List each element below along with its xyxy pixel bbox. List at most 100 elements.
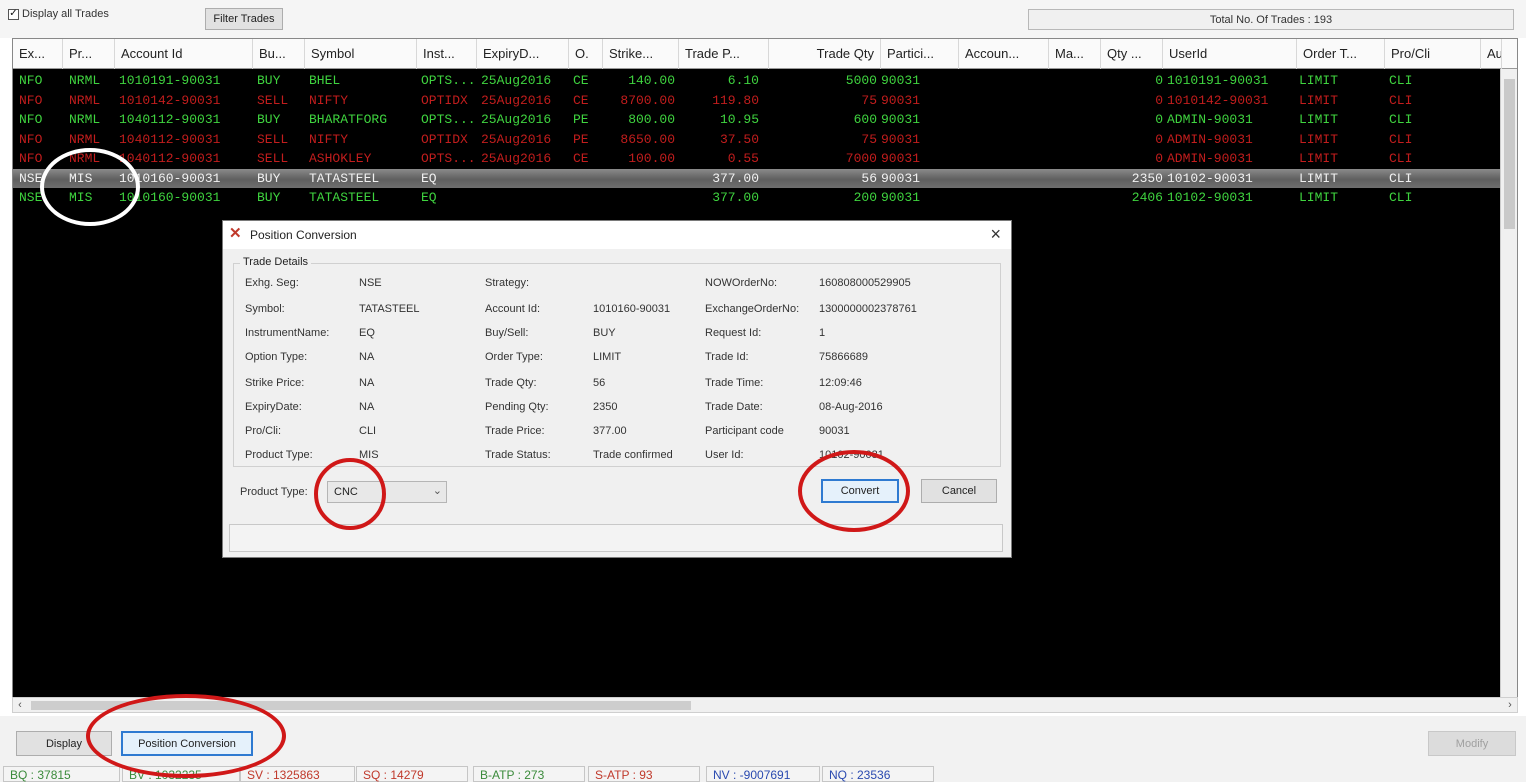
exchange-cell: NFO: [19, 73, 43, 88]
market-cell: [1049, 188, 1099, 208]
account-cell: [959, 110, 1047, 130]
field-label: Pro/Cli:: [245, 425, 282, 437]
user-id-cell: 10102-90031: [1167, 170, 1253, 186]
table-row[interactable]: NSE MIS 1010160-90031 BUY TATASTEEL EQ 377.00 5…: [13, 168, 1503, 189]
close-icon[interactable]: ×: [990, 224, 1001, 244]
account-cell: [959, 71, 1047, 91]
table-row[interactable]: NSE MIS 1010160-90031 BUY TATASTEEL EQ 377.00 2…: [13, 188, 1503, 208]
pro-cli-cell: CLI: [1389, 190, 1413, 205]
user-id-cell: ADMIN-90031: [1167, 112, 1253, 127]
column-header[interactable]: Strike...: [603, 39, 679, 69]
table-row[interactable]: NFO NRML 1040112-90031 SELL NIFTY OPTIDX 25Aug…: [13, 130, 1503, 150]
column-header[interactable]: Trade Qty: [769, 39, 881, 69]
table-row[interactable]: NFO NRML 1010142-90031 SELL NIFTY OPTIDX 25Aug…: [13, 91, 1503, 111]
scroll-left-icon[interactable]: ‹: [13, 698, 27, 712]
symbol-cell: NIFTY: [309, 92, 349, 108]
column-header[interactable]: ExpiryD...: [477, 39, 569, 69]
order-type-cell: LIMIT: [1299, 170, 1339, 186]
trade-price-cell: 377.00: [712, 170, 759, 186]
product-cell: MIS: [69, 190, 93, 205]
position-conversion-button[interactable]: Position Conversion: [121, 731, 253, 756]
product-cell: NRML: [69, 131, 101, 147]
buy-sell-cell: SELL: [257, 131, 289, 147]
column-header[interactable]: Pro/Cli: [1385, 39, 1481, 69]
strike-cell: 140.00: [628, 73, 675, 88]
display-all-trades-label: Display all Trades: [22, 8, 109, 20]
column-header[interactable]: Order T...: [1297, 39, 1385, 69]
instrument-cell: EQ: [421, 170, 437, 186]
pending-qty-cell: 0: [1155, 92, 1163, 108]
expiry-cell: 25Aug2016: [481, 73, 552, 88]
account-id-cell: 1010142-90031: [119, 92, 221, 108]
display-all-trades-checkbox[interactable]: ✓ Display all Trades: [8, 8, 109, 20]
dialog-status-bar: [229, 524, 1003, 552]
column-header[interactable]: Symbol: [305, 39, 417, 69]
column-header[interactable]: Accoun...: [959, 39, 1049, 69]
pro-cli-cell: CLI: [1389, 170, 1413, 186]
field-label: Participant code: [705, 425, 784, 437]
product-type-select[interactable]: CNC ⌄: [327, 481, 447, 503]
field-value: 56: [593, 377, 606, 389]
column-header[interactable]: Ex...: [13, 39, 63, 69]
horizontal-scrollbar[interactable]: ‹ ›: [12, 697, 1518, 713]
status-bq: BQ : 37815: [3, 766, 120, 782]
option-type-cell: [573, 169, 603, 189]
pending-qty-cell: 2406: [1131, 190, 1163, 205]
column-header[interactable]: Partici...: [881, 39, 959, 69]
horizontal-scroll-thumb[interactable]: [31, 701, 691, 710]
field-label: NOWOrderNo:: [705, 277, 778, 289]
field-value: 160808000529905: [819, 277, 911, 289]
trade-rows: NFO NRML 1010191-90031 BUY BHEL OPTS... 25Aug2…: [13, 71, 1503, 208]
checkbox-icon[interactable]: ✓: [8, 8, 19, 20]
column-header[interactable]: Bu...: [253, 39, 305, 69]
user-id-cell: 1010142-90031: [1167, 92, 1269, 108]
column-header[interactable]: UserId: [1163, 39, 1297, 69]
filter-trades-button[interactable]: Filter Trades: [205, 8, 283, 30]
column-header[interactable]: O.: [569, 39, 603, 69]
pro-cli-cell: CLI: [1389, 92, 1413, 108]
vertical-scroll-thumb[interactable]: [1504, 79, 1515, 229]
pro-cli-cell: CLI: [1389, 131, 1413, 147]
field-value: CLI: [359, 425, 377, 437]
instrument-cell: OPTIDX: [421, 131, 468, 147]
cancel-button[interactable]: Cancel: [921, 479, 997, 503]
exchange-cell: NFO: [19, 151, 43, 166]
field-value: 10102-90031: [819, 449, 884, 461]
table-row[interactable]: NFO NRML 1040112-90031 SELL ASHOKLEY OPTS... 2…: [13, 149, 1503, 169]
account-cell: [959, 188, 1047, 208]
table-row[interactable]: NFO NRML 1010191-90031 BUY BHEL OPTS... 25Aug2…: [13, 71, 1503, 91]
participant-cell: 90031: [881, 73, 921, 88]
column-header[interactable]: Trade P...: [679, 39, 769, 69]
column-header[interactable]: Inst...: [417, 39, 477, 69]
convert-button[interactable]: Convert: [821, 479, 899, 503]
field-value: BUY: [593, 327, 616, 339]
symbol-cell: BHARATFORG: [309, 112, 388, 127]
symbol-cell: BHEL: [309, 73, 341, 88]
user-id-cell: 1010191-90031: [1167, 73, 1269, 88]
display-button[interactable]: Display: [16, 731, 112, 756]
strike-cell: 800.00: [628, 112, 675, 127]
column-header[interactable]: Qty ...: [1101, 39, 1163, 69]
column-header[interactable]: Au: [1481, 39, 1502, 69]
dialog-title: Position Conversion: [250, 228, 357, 242]
option-type-cell: CE: [573, 151, 589, 166]
field-label: ExchangeOrderNo:: [705, 303, 800, 315]
instrument-cell: EQ: [421, 190, 437, 205]
modify-button[interactable]: Modify: [1428, 731, 1516, 756]
field-value: NSE: [359, 277, 382, 289]
trade-price-cell: 6.10: [727, 73, 759, 88]
buy-sell-cell: SELL: [257, 92, 289, 108]
pending-qty-cell: 0: [1155, 131, 1163, 147]
pro-cli-cell: CLI: [1389, 151, 1413, 166]
symbol-cell: ASHOKLEY: [309, 151, 372, 166]
column-header[interactable]: Pr...: [63, 39, 115, 69]
field-label: Trade Time:: [705, 377, 764, 389]
column-header[interactable]: Ma...: [1049, 39, 1101, 69]
chevron-down-icon[interactable]: ⌄: [433, 484, 442, 497]
vertical-scrollbar[interactable]: [1500, 69, 1517, 697]
column-header[interactable]: Account Id: [115, 39, 253, 69]
table-row[interactable]: NFO NRML 1040112-90031 BUY BHARATFORG OPTS...…: [13, 110, 1503, 130]
field-value: MIS: [359, 449, 379, 461]
trade-price-cell: 377.00: [712, 190, 759, 205]
scroll-right-icon[interactable]: ›: [1503, 698, 1517, 712]
